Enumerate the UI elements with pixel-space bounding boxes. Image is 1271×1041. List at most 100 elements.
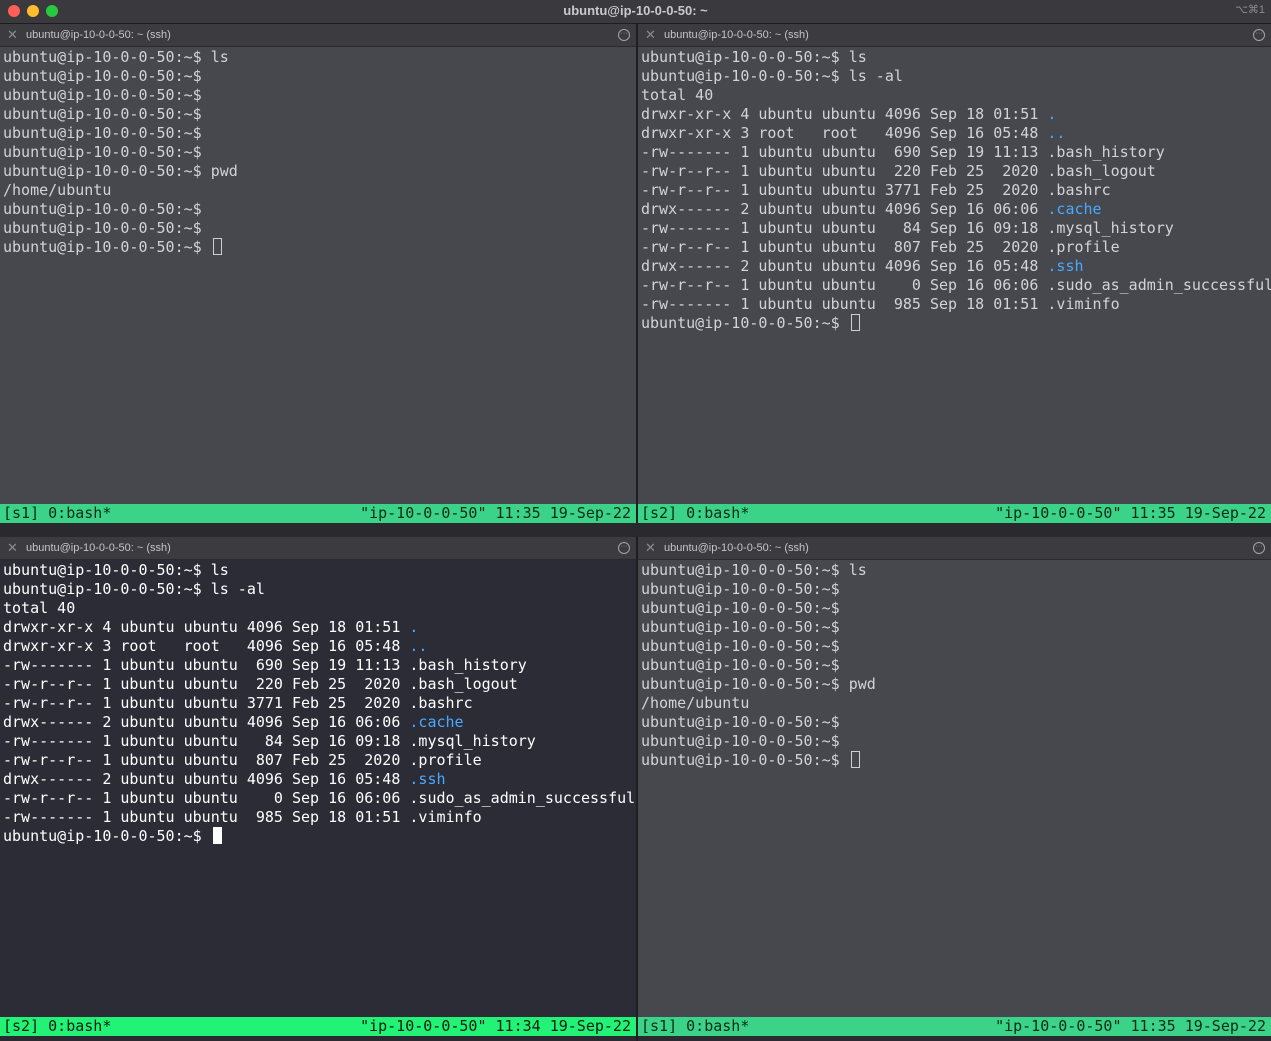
close-icon[interactable]: ✕ <box>645 27 656 43</box>
more-options-icon[interactable]: ··· <box>618 29 630 41</box>
terminal-pane-top-right[interactable]: ✕ ubuntu@ip-10-0-0-50: ~ (ssh) ··· ubunt… <box>638 24 1271 523</box>
file-meta: -rw------- 1 ubuntu ubuntu 985 Sep 18 01… <box>641 295 1048 313</box>
terminal-line: ubuntu@ip-10-0-0-50:~$ pwd <box>641 675 876 693</box>
terminal-line: ubuntu@ip-10-0-0-50:~$ <box>3 86 202 104</box>
terminal-output[interactable]: ubuntu@ip-10-0-0-50:~$ ls ubuntu@ip-10-0-… <box>641 561 1271 770</box>
file-name: .bashrc <box>1047 181 1111 199</box>
window-titlebar: ubuntu@ip-10-0-0-50: ~ ⌥⌘1 <box>0 0 1271 24</box>
status-host-time: "ip-10-0-0-50" 11:35 19-Sep-22 <box>360 504 631 522</box>
prompt-line[interactable]: ubuntu@ip-10-0-0-50:~$ <box>3 238 636 257</box>
terminal-output[interactable]: ubuntu@ip-10-0-0-50:~$ ls ubuntu@ip-10-0-… <box>641 48 1271 333</box>
directory-name: .ssh <box>409 770 446 788</box>
window-shortcut: ⌥⌘1 <box>1235 4 1265 16</box>
file-name: .bash_history <box>1047 143 1165 161</box>
status-host-time: "ip-10-0-0-50" 11:35 19-Sep-22 <box>995 504 1266 522</box>
terminal-line: ubuntu@ip-10-0-0-50:~$ <box>641 637 840 655</box>
status-host-time: "ip-10-0-0-50" 11:35 19-Sep-22 <box>995 1017 1266 1035</box>
file-name: .viminfo <box>1047 295 1120 313</box>
file-meta: drwxr-xr-x 4 ubuntu ubuntu 4096 Sep 18 0… <box>641 105 1048 123</box>
file-listing-row: -rw-r--r-- 1 ubuntu ubuntu 807 Feb 25 20… <box>3 751 636 770</box>
tmux-status-bar: [s1] 0:bash* "ip-10-0-0-50" 11:35 19-Sep… <box>638 1017 1271 1036</box>
file-name: .bash_history <box>409 656 527 674</box>
directory-name: .cache <box>409 713 464 731</box>
file-listing-row: -rw-r--r-- 1 ubuntu ubuntu 0 Sep 16 06:0… <box>641 276 1271 295</box>
file-meta: -rw-r--r-- 1 ubuntu ubuntu 0 Sep 16 06:0… <box>3 789 410 807</box>
file-name: .bash_logout <box>1047 162 1156 180</box>
file-meta: -rw-r--r-- 1 ubuntu ubuntu 807 Feb 25 20… <box>641 238 1048 256</box>
prompt-line[interactable]: ubuntu@ip-10-0-0-50:~$ <box>641 314 1271 333</box>
directory-name: .ssh <box>1047 257 1084 275</box>
file-meta: drwxr-xr-x 3 root root 4096 Sep 16 05:48 <box>641 124 1048 142</box>
terminal-line: ubuntu@ip-10-0-0-50:~$ <box>3 143 202 161</box>
file-name: .viminfo <box>409 808 482 826</box>
terminal-line: ubuntu@ip-10-0-0-50:~$ pwd <box>3 162 238 180</box>
file-meta: -rw-r--r-- 1 ubuntu ubuntu 807 Feb 25 20… <box>3 751 410 769</box>
file-listing-row: drwx------ 2 ubuntu ubuntu 4096 Sep 16 0… <box>641 200 1271 219</box>
terminal-line: ubuntu@ip-10-0-0-50:~$ ls <box>3 48 229 66</box>
terminal-line: ubuntu@ip-10-0-0-50:~$ <box>641 618 840 636</box>
directory-name: . <box>409 618 419 636</box>
terminal-pane-top-left[interactable]: ✕ ubuntu@ip-10-0-0-50: ~ (ssh) ··· ubunt… <box>0 24 636 523</box>
terminal-line: ubuntu@ip-10-0-0-50:~$ <box>641 732 840 750</box>
terminal-line: ubuntu@ip-10-0-0-50:~$ <box>3 124 202 142</box>
status-host-time: "ip-10-0-0-50" 11:34 19-Sep-22 <box>360 1017 631 1035</box>
tmux-status-bar: [s2] 0:bash* "ip-10-0-0-50" 11:35 19-Sep… <box>638 504 1271 523</box>
file-listing-row: -rw-r--r-- 1 ubuntu ubuntu 220 Feb 25 20… <box>3 675 636 694</box>
file-meta: -rw-r--r-- 1 ubuntu ubuntu 0 Sep 16 06:0… <box>641 276 1048 294</box>
terminal-output[interactable]: ubuntu@ip-10-0-0-50:~$ ls ubuntu@ip-10-0-… <box>3 561 636 846</box>
pane-title: ubuntu@ip-10-0-0-50: ~ (ssh) <box>26 542 171 554</box>
shell-prompt: ubuntu@ip-10-0-0-50:~$ <box>641 314 849 332</box>
terminal-line: ubuntu@ip-10-0-0-50:~$ <box>3 105 202 123</box>
pane-title: ubuntu@ip-10-0-0-50: ~ (ssh) <box>664 542 809 554</box>
terminal-line: /home/ubuntu <box>3 181 112 199</box>
directory-name: .. <box>409 637 428 655</box>
pane-header: ✕ ubuntu@ip-10-0-0-50: ~ (ssh) ··· <box>638 24 1271 47</box>
terminal-cursor <box>212 827 222 844</box>
tmux-status-bar: [s2] 0:bash* "ip-10-0-0-50" 11:34 19-Sep… <box>0 1017 636 1036</box>
terminal-output[interactable]: ubuntu@ip-10-0-0-50:~$ ls ubuntu@ip-10-0-… <box>3 48 636 257</box>
terminal-pane-bottom-left[interactable]: ✕ ubuntu@ip-10-0-0-50: ~ (ssh) ··· ubunt… <box>0 537 636 1036</box>
file-name: .profile <box>1047 238 1120 256</box>
terminal-line: ubuntu@ip-10-0-0-50:~$ <box>641 656 840 674</box>
prompt-line[interactable]: ubuntu@ip-10-0-0-50:~$ <box>3 827 636 846</box>
directory-name: .cache <box>1047 200 1102 218</box>
file-name: .bash_logout <box>409 675 518 693</box>
file-listing-row: -rw------- 1 ubuntu ubuntu 84 Sep 16 09:… <box>3 732 636 751</box>
close-icon[interactable]: ✕ <box>7 27 18 43</box>
file-meta: -rw------- 1 ubuntu ubuntu 690 Sep 19 11… <box>3 656 410 674</box>
shell-prompt: ubuntu@ip-10-0-0-50:~$ <box>3 238 211 256</box>
terminal-pane-bottom-right[interactable]: ✕ ubuntu@ip-10-0-0-50: ~ (ssh) ··· ubunt… <box>638 537 1271 1036</box>
close-icon[interactable]: ✕ <box>7 540 18 556</box>
more-options-icon[interactable]: ··· <box>1253 29 1265 41</box>
file-meta: -rw-r--r-- 1 ubuntu ubuntu 220 Feb 25 20… <box>3 675 410 693</box>
file-listing-row: -rw------- 1 ubuntu ubuntu 985 Sep 18 01… <box>641 295 1271 314</box>
pane-divider-horizontal[interactable] <box>0 523 1271 537</box>
file-listing-row: -rw-r--r-- 1 ubuntu ubuntu 0 Sep 16 06:0… <box>3 789 636 808</box>
file-listing-row: drwxr-xr-x 4 ubuntu ubuntu 4096 Sep 18 0… <box>641 105 1271 124</box>
file-meta: drwxr-xr-x 3 root root 4096 Sep 16 05:48 <box>3 637 410 655</box>
more-options-icon[interactable]: ··· <box>1253 542 1265 554</box>
prompt-line[interactable]: ubuntu@ip-10-0-0-50:~$ <box>641 751 1271 770</box>
file-name: .mysql_history <box>409 732 536 750</box>
file-listing-row: drwxr-xr-x 3 root root 4096 Sep 16 05:48… <box>641 124 1271 143</box>
more-options-icon[interactable]: ··· <box>618 542 630 554</box>
file-meta: drwxr-xr-x 4 ubuntu ubuntu 4096 Sep 18 0… <box>3 618 410 636</box>
file-listing-row: -rw-r--r-- 1 ubuntu ubuntu 3771 Feb 25 2… <box>3 694 636 713</box>
file-meta: drwx------ 2 ubuntu ubuntu 4096 Sep 16 0… <box>3 770 410 788</box>
file-name: .bashrc <box>409 694 473 712</box>
file-listing-row: drwxr-xr-x 3 root root 4096 Sep 16 05:48… <box>3 637 636 656</box>
status-session: [s1] 0:bash* <box>3 504 112 522</box>
status-session: [s1] 0:bash* <box>641 1017 750 1035</box>
file-listing-row: -rw------- 1 ubuntu ubuntu 690 Sep 19 11… <box>3 656 636 675</box>
file-name: .sudo_as_admin_successful <box>409 789 636 807</box>
file-listing-row: drwxr-xr-x 4 ubuntu ubuntu 4096 Sep 18 0… <box>3 618 636 637</box>
file-meta: -rw------- 1 ubuntu ubuntu 84 Sep 16 09:… <box>641 219 1048 237</box>
file-listing-row: -rw-r--r-- 1 ubuntu ubuntu 807 Feb 25 20… <box>641 238 1271 257</box>
terminal-cursor <box>212 238 222 255</box>
terminal-line: ubuntu@ip-10-0-0-50:~$ ls <box>641 48 867 66</box>
terminal-line: ubuntu@ip-10-0-0-50:~$ ls <box>3 561 229 579</box>
pane-header: ✕ ubuntu@ip-10-0-0-50: ~ (ssh) ··· <box>0 24 636 47</box>
pane-header: ✕ ubuntu@ip-10-0-0-50: ~ (ssh) ··· <box>0 537 636 560</box>
close-icon[interactable]: ✕ <box>645 540 656 556</box>
file-meta: -rw-r--r-- 1 ubuntu ubuntu 3771 Feb 25 2… <box>3 694 410 712</box>
